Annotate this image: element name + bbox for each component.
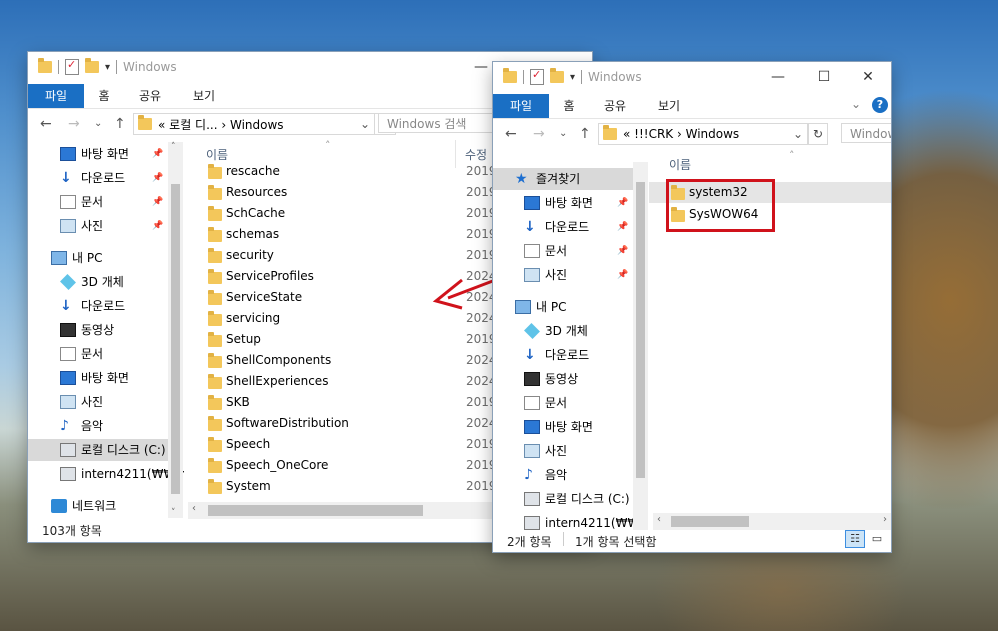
ribbon-expand-icon[interactable]: ⌄ (851, 97, 861, 111)
pin-icon[interactable]: 📌 (617, 216, 628, 238)
navigation-pane: ★ 즐겨찾기바탕 화면 📌 ↓ 다운로드 📌 문서 📌 사진 📌 내 PC 3D 개체 ↓ 다운로드동영상… (493, 150, 633, 530)
nav-item[interactable]: 로컬 디스크 (C:) (493, 488, 633, 510)
folder-icon (503, 68, 517, 83)
horizontal-scrollbar-thumb[interactable] (671, 516, 749, 527)
properties-icon[interactable] (530, 68, 544, 85)
3d-objects-icon (524, 323, 540, 339)
large-icons-view-button[interactable]: ▭ (867, 530, 887, 548)
sort-ascending-icon: ˄ (789, 150, 795, 162)
nav-scrollbar[interactable] (633, 162, 648, 530)
pin-icon[interactable]: 📌 (617, 192, 628, 214)
qat-dropdown-icon[interactable]: ▾ (570, 72, 575, 83)
desktop-icon (524, 420, 540, 434)
video-icon (524, 372, 540, 386)
nav-item-label: 바탕 화면 (545, 420, 593, 434)
nav-item[interactable]: 동영상 (493, 368, 633, 390)
recent-dropdown-icon[interactable]: ⌄ (559, 128, 567, 139)
desktop-icon (524, 196, 540, 210)
nav-item-label: 다운로드 (545, 220, 590, 234)
nav-item[interactable]: 바탕 화면 📌 (493, 192, 633, 214)
tab-view[interactable]: 보기 (649, 94, 689, 118)
pc-icon (515, 300, 531, 314)
refresh-button[interactable]: ↻ (808, 123, 828, 145)
nav-item[interactable]: 문서 (493, 392, 633, 414)
scroll-left-icon[interactable]: ‹ (657, 514, 661, 525)
up-arrow-icon[interactable]: ↑ (579, 126, 591, 142)
search-input[interactable]: Windows (841, 123, 891, 143)
nav-item-label: 로컬 디스크 (C:) (545, 492, 630, 506)
column-header-name[interactable]: 이름 (669, 156, 691, 173)
pictures-icon (524, 444, 540, 458)
tab-file[interactable]: 파일 (493, 94, 549, 118)
nav-item-label: 문서 (545, 244, 568, 258)
help-icon[interactable]: ? (872, 97, 888, 113)
address-dropdown-icon[interactable]: ⌄ (793, 127, 803, 141)
nav-item[interactable]: ♪ 음악 (493, 464, 633, 486)
nav-item[interactable]: 바탕 화면 (493, 416, 633, 438)
pictures-icon (524, 268, 540, 282)
nav-item[interactable]: intern4211(₩₩in (493, 512, 633, 530)
pin-icon[interactable]: 📌 (617, 264, 628, 286)
divider (563, 532, 564, 546)
status-selected-count: 1개 항목 선택함 (575, 535, 657, 549)
ribbon-tabs: 파일 홈 공유 보기 ⌄ ? (493, 94, 891, 119)
maximize-button[interactable]: ☐ (801, 62, 847, 92)
forward-arrow-icon[interactable]: → (533, 126, 545, 142)
download-icon: ↓ (524, 219, 536, 235)
nav-item-label: 사진 (545, 444, 568, 458)
explorer-window-right[interactable]: ▾ Windows — ☐ ✕ 파일 홈 공유 보기 ⌄ ? ← → ⌄ ↑ «… (493, 62, 891, 552)
nav-item-label: 동영상 (545, 372, 579, 386)
network-drive-icon (524, 516, 540, 530)
new-folder-icon[interactable] (550, 68, 564, 83)
close-button[interactable]: ✕ (845, 62, 891, 92)
nav-item[interactable]: ★ 즐겨찾기 (493, 168, 633, 190)
document-icon (524, 396, 540, 410)
nav-scrollbar-thumb[interactable] (636, 182, 645, 478)
highlight-box-annotation (666, 179, 775, 232)
horizontal-scrollbar[interactable]: ‹ › (653, 513, 891, 530)
nav-item[interactable]: ↓ 다운로드 📌 (493, 216, 633, 238)
nav-item-label: 3D 개체 (545, 324, 588, 338)
details-view-button[interactable]: ☷ (845, 530, 865, 548)
nav-item-label: 음악 (545, 468, 568, 482)
address-bar-row: ← → ⌄ ↑ « !!!CRK › Windows ⌄ ↻ Windows (493, 118, 891, 150)
minimize-button[interactable]: — (755, 62, 801, 92)
nav-item-label: intern4211(₩₩in (545, 516, 633, 530)
document-icon (524, 244, 540, 258)
pin-icon[interactable]: 📌 (617, 240, 628, 262)
scroll-right-icon[interactable]: › (883, 514, 887, 525)
nav-item-label: 즐겨찾기 (536, 172, 581, 186)
nav-item[interactable]: 문서 📌 (493, 240, 633, 262)
status-item-count: 2개 항목 (507, 535, 552, 549)
divider (523, 70, 524, 84)
star-icon: ★ (515, 171, 528, 187)
nav-item[interactable]: 사진 (493, 440, 633, 462)
music-icon: ♪ (524, 467, 533, 483)
download-icon: ↓ (524, 347, 536, 363)
nav-item[interactable]: 3D 개체 (493, 320, 633, 342)
address-field[interactable]: « !!!CRK › Windows ⌄ (598, 123, 808, 145)
nav-item[interactable]: ↓ 다운로드 (493, 344, 633, 366)
address-path: « !!!CRK › Windows (623, 127, 740, 141)
tab-share[interactable]: 공유 (595, 94, 635, 118)
nav-item-label: 문서 (545, 396, 568, 410)
folder-icon (603, 125, 617, 140)
window-title: Windows (588, 70, 642, 84)
back-arrow-icon[interactable]: ← (505, 126, 517, 142)
tab-home[interactable]: 홈 (551, 94, 587, 118)
divider (581, 70, 583, 84)
nav-item[interactable]: 사진 📌 (493, 264, 633, 286)
disk-icon (524, 492, 540, 506)
title-bar[interactable]: ▾ Windows — ☐ ✕ (493, 62, 891, 94)
nav-item-label: 사진 (545, 268, 568, 282)
nav-item-label: 내 PC (536, 300, 567, 314)
nav-item-label: 바탕 화면 (545, 196, 593, 210)
nav-item[interactable]: 내 PC (493, 296, 633, 318)
nav-item-label: 다운로드 (545, 348, 590, 362)
